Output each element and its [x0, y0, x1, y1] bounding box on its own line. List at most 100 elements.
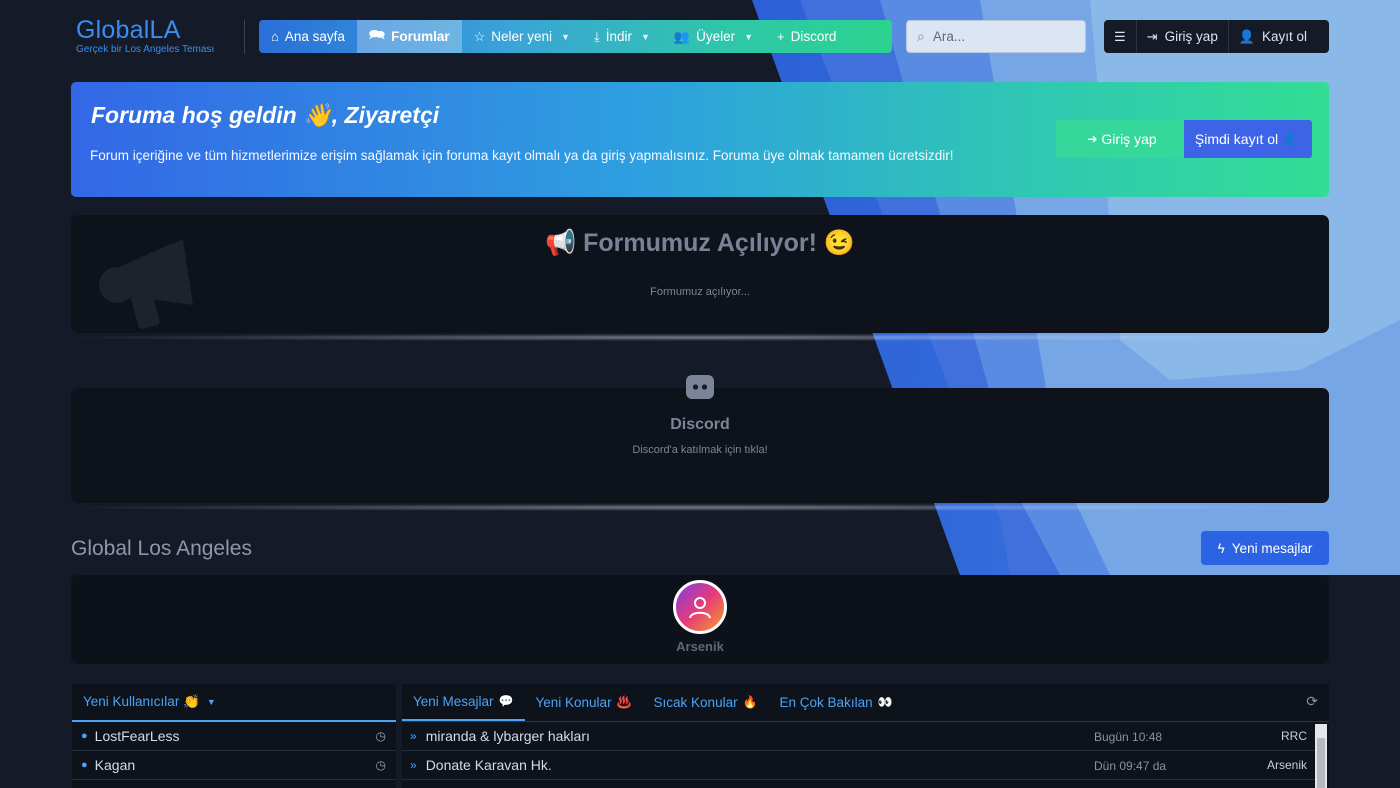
star-icon: ☆ [473, 28, 486, 44]
search-input[interactable] [932, 29, 1063, 44]
welcome-register-button[interactable]: Şimdi kayıt ol 👤 [1184, 120, 1312, 158]
logo-title: GlobalLA [76, 16, 181, 44]
logo-divider [244, 20, 245, 54]
user-icon [689, 597, 711, 619]
nav-item-label: Ana sayfa [284, 29, 345, 44]
site-logo[interactable]: GlobalLA Gerçek bir Los Angeles Teması [76, 16, 214, 55]
online-users-card: Arsenik [71, 575, 1329, 664]
user-icon: ● [81, 730, 88, 742]
tab-new-threads[interactable]: Yeni Konular ♨️ [525, 683, 643, 721]
clock-icon: ◷ [375, 758, 386, 772]
nav-item-label: Discord [790, 29, 837, 44]
clock-icon: ◷ [375, 729, 386, 743]
notice-text: Formumuz açılıyor... [650, 286, 750, 298]
welcome-buttons: ➔ Giriş yap Şimdi kayıt ol 👤 [1056, 120, 1312, 158]
nav-item-label: Neler yeni [491, 29, 553, 44]
thread-time: Bugün 10:48 [1094, 730, 1163, 744]
new-posts-label: Yeni mesajlar [1231, 540, 1313, 556]
welcome-login-label: Giriş yap [1101, 131, 1157, 147]
tab-new-messages[interactable]: Yeni Mesajlar 💬 [402, 683, 525, 721]
welcome-text: Forum içeriğine ve tüm hizmetlerimize er… [90, 148, 954, 163]
section-title: Global Los Angeles [71, 537, 252, 560]
checklist-icon: ☰ [1114, 28, 1126, 44]
table-row[interactable]: » miranda & lybarger hakları Bugün 10:48… [402, 722, 1315, 751]
notice-title: 📢 Formumuz Açılıyor! 😉 [545, 229, 855, 257]
announcement-notice: 📢 Formumuz Açılıyor! 😉 Formumuz açılıyor… [71, 215, 1329, 333]
user-plus-icon: 👤 [1238, 28, 1256, 44]
avatar[interactable] [673, 580, 727, 634]
thread-author[interactable]: RRC [1281, 729, 1307, 743]
login-link[interactable]: ⇥ Giriş yap [1137, 20, 1229, 53]
nav-item-forums[interactable]: 🗪 Forumlar [356, 20, 462, 53]
forum-icon: 🗪 [368, 26, 386, 42]
online-username[interactable]: Arsenik [71, 639, 1329, 654]
thread-title[interactable]: miranda & lybarger hakları [426, 728, 590, 744]
latest-posts-widget: Yeni Mesajlar 💬 Yeni Konular ♨️ Sıcak Ko… [402, 684, 1329, 788]
nav-item-download[interactable]: ⤓ İndir ▼ [582, 20, 662, 53]
scrollbar-thumb[interactable] [1317, 738, 1325, 788]
discord-icon[interactable] [668, 358, 732, 416]
table-row[interactable]: » Donate Karavan Hk. Dün 09:47 da Arseni… [402, 751, 1315, 780]
chevron-down-icon[interactable]: ▼ [207, 697, 216, 707]
list-item[interactable]: ● LostFearLess ◷ [72, 722, 396, 751]
tab-label: En Çok Bakılan [779, 694, 873, 710]
user-name[interactable]: Kagan [95, 757, 135, 773]
tab-emoji: 🔥 [742, 695, 758, 709]
user-plus-icon: 👤 [1282, 132, 1298, 146]
new-users-widget: Yeni Kullanıcılar 👏 ▼ ● LostFearLess ◷ ●… [72, 684, 396, 788]
welcome-register-label: Şimdi kayıt ol [1194, 131, 1279, 147]
discord-text: Discord'a katılmak için tıkla! [632, 444, 768, 456]
tab-most-viewed[interactable]: En Çok Bakılan 👀 [769, 683, 904, 721]
nav-item-members[interactable]: 👥 Üyeler ▼ [662, 20, 765, 53]
nav-item-label: Forumlar [391, 29, 450, 44]
register-link[interactable]: 👤 Kayıt ol [1229, 20, 1317, 53]
new-users-header[interactable]: Yeni Kullanıcılar 👏 ▼ [72, 684, 396, 722]
welcome-login-button[interactable]: ➔ Giriş yap [1056, 120, 1184, 158]
download-icon: ⤓ [593, 28, 600, 44]
bolt-icon: ϟ [1217, 540, 1225, 556]
user-name[interactable]: LostFearLess [95, 728, 180, 744]
tab-label: Yeni Mesajlar [413, 693, 494, 709]
chevron-down-icon[interactable]: ▼ [641, 32, 650, 42]
users-icon: 👥 [673, 28, 691, 44]
list-item[interactable]: ● Kagan ◷ [72, 751, 396, 780]
refresh-icon[interactable]: ⟳ [1306, 694, 1318, 710]
nav-item-whats-new[interactable]: ☆ Neler yeni ▼ [462, 20, 582, 53]
welcome-title: Foruma hoş geldin 👋, Ziyaretçi [91, 102, 440, 128]
nav-item-label: İndir [605, 29, 632, 44]
tab-label: Sıcak Konular [653, 694, 738, 710]
divider [78, 504, 1322, 511]
tab-emoji: 💬 [498, 694, 514, 708]
chevron-down-icon[interactable]: ▼ [744, 32, 753, 42]
register-label: Kayıt ol [1262, 29, 1308, 44]
checklist-button[interactable]: ☰ [1104, 20, 1137, 53]
sign-in-icon: ➔ [1087, 132, 1098, 146]
tab-hot-threads[interactable]: Sıcak Konular 🔥 [643, 683, 769, 721]
latest-tabs: Yeni Mesajlar 💬 Yeni Konular ♨️ Sıcak Ko… [402, 684, 1329, 722]
user-icon: ● [81, 759, 88, 771]
scrollbar[interactable] [1315, 724, 1327, 788]
double-chevron-right-icon: » [410, 758, 417, 772]
new-posts-button[interactable]: ϟ Yeni mesajlar [1201, 531, 1329, 565]
tab-emoji: ♨️ [616, 695, 632, 709]
thread-time: Dün 09:47 da [1094, 759, 1167, 773]
login-label: Giriş yap [1164, 29, 1218, 44]
chevron-down-icon[interactable]: ▼ [561, 32, 570, 42]
nav-item-home[interactable]: ⌂ Ana sayfa [259, 20, 357, 53]
discord-title: Discord [670, 416, 730, 433]
thread-author[interactable]: Arsenik [1267, 758, 1307, 772]
double-chevron-right-icon: » [410, 729, 417, 743]
login-icon: ⇥ [1146, 28, 1158, 44]
divider [78, 334, 1322, 341]
search-icon: ⌕ [917, 28, 925, 45]
home-icon: ⌂ [271, 29, 279, 44]
plus-icon: + [777, 29, 785, 44]
tab-emoji: 👀 [877, 695, 893, 709]
nav-item-label: Üyeler [696, 29, 736, 44]
thread-title[interactable]: Donate Karavan Hk. [426, 757, 552, 773]
search-box[interactable]: ⌕ [906, 20, 1086, 53]
main-nav: ⌂ Ana sayfa 🗪 Forumlar ☆ Neler yeni ▼ ⤓ … [259, 20, 892, 53]
tab-label: Yeni Konular [535, 694, 612, 710]
welcome-banner: Foruma hoş geldin 👋, Ziyaretçi Forum içe… [71, 82, 1329, 197]
nav-item-discord[interactable]: + Discord [765, 20, 848, 53]
